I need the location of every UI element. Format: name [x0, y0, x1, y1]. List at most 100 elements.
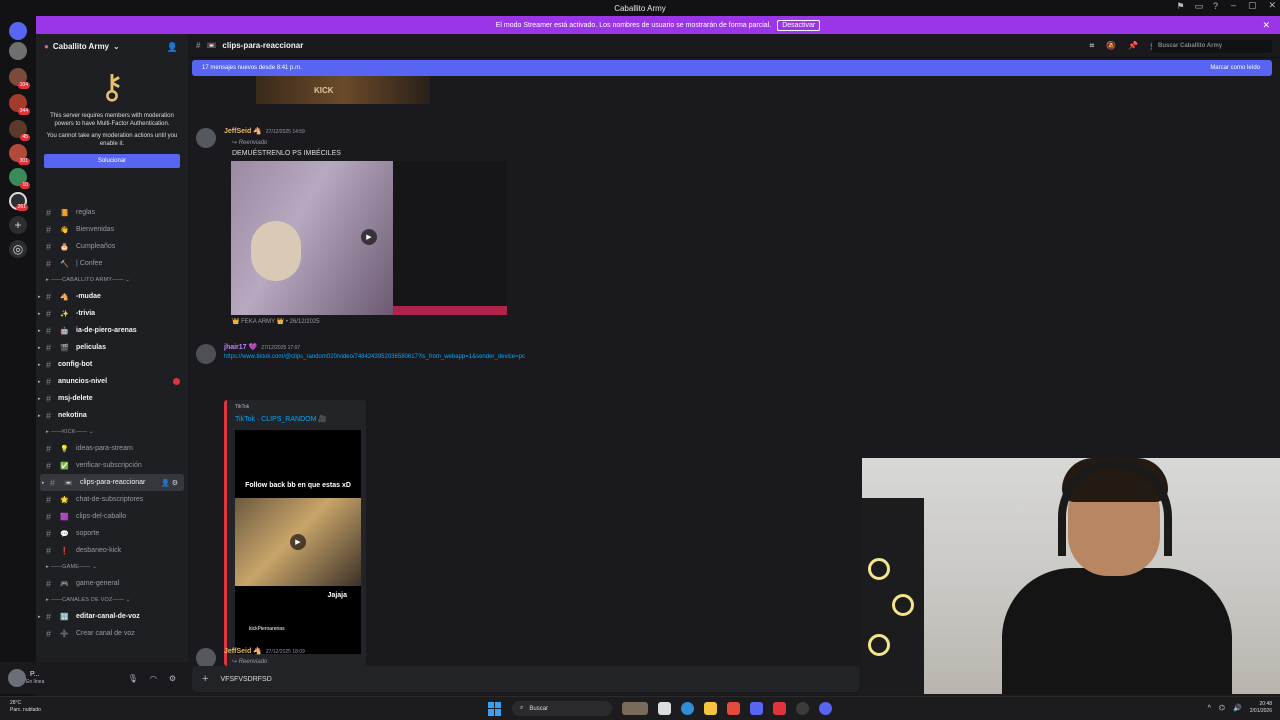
- channel-item[interactable]: ▸ # anuncios-nivel: [36, 373, 188, 390]
- attach-plus-icon[interactable]: +: [202, 673, 208, 685]
- search-input[interactable]: Buscar Caballito Army: [1152, 40, 1272, 53]
- deactivate-streamer-button[interactable]: Desactivar: [777, 19, 821, 31]
- taskbar-search-label: Buscar: [529, 705, 549, 712]
- channel-emoji: 🐴: [60, 293, 69, 301]
- channel-emoji: 🟪: [60, 513, 69, 521]
- guild-icon[interactable]: 301: [9, 144, 30, 165]
- play-icon[interactable]: ▶: [290, 534, 306, 550]
- pin-icon[interactable]: ⚑: [1176, 1, 1184, 12]
- taskbar-app-icon[interactable]: [622, 702, 648, 715]
- channel-item[interactable]: # 🎮 game-general: [36, 575, 188, 592]
- invite-icon[interactable]: 👤: [167, 42, 178, 53]
- category-header[interactable]: ▸ —— CANALES DE VOZ —— ⌄: [36, 592, 188, 608]
- embed-video[interactable]: Follow back bb en que estas xD ▶ Jajaja …: [235, 430, 361, 654]
- app-icon[interactable]: [727, 702, 740, 715]
- brave-icon[interactable]: [773, 702, 786, 715]
- network-icon[interactable]: ⌬: [1219, 704, 1225, 712]
- taskbar-search[interactable]: ⌕ Buscar: [512, 701, 612, 716]
- message-author[interactable]: JeffSeid 🐴 27/12/2025 18:09: [224, 647, 305, 655]
- channel-item[interactable]: # ✅ verificar-subscripción: [36, 457, 188, 474]
- guild-icon[interactable]: 261: [9, 192, 28, 211]
- clock[interactable]: 20:48 2/01/2026: [1250, 701, 1272, 715]
- new-messages-bar[interactable]: 17 mensajes nuevos desde 8:41 p.m. Marca…: [192, 60, 1272, 76]
- channel-item[interactable]: # 🌟 chat-de-subscriptores: [36, 491, 188, 508]
- minimize-button[interactable]: –: [1231, 0, 1236, 11]
- guild-icon[interactable]: 10: [9, 168, 30, 189]
- forward-source[interactable]: 👑 FEKA ARMY 👑 • 26/12/2025: [232, 318, 320, 325]
- start-icon[interactable]: [488, 701, 502, 716]
- guild-icon[interactable]: 344: [9, 94, 30, 115]
- screen-icon[interactable]: ▭: [1194, 1, 1203, 12]
- threads-icon[interactable]: ⌗: [1090, 41, 1095, 51]
- channel-item[interactable]: ▸ # ✨ -trivia: [36, 305, 188, 322]
- avatar[interactable]: [196, 648, 216, 666]
- microphone-icon[interactable]: 🎙: [128, 674, 138, 683]
- channel-name: -trivia: [76, 310, 96, 317]
- file-explorer-icon[interactable]: [704, 702, 717, 715]
- channel-item[interactable]: # 📙 reglas: [36, 204, 188, 221]
- discord-app-icon[interactable]: [819, 702, 832, 715]
- gear-icon[interactable]: ⚙: [169, 674, 176, 683]
- message-composer[interactable]: + VFSFVSDRFSD: [192, 666, 860, 692]
- discover-icon[interactable]: ◎: [9, 240, 27, 258]
- tiktok-link[interactable]: https://www.tiktok.com/@clips_random020/…: [224, 354, 525, 360]
- message-author[interactable]: jhair17 💜 27/12/2025 17:07: [224, 343, 300, 351]
- weather-widget[interactable]: 28°C Parc. nublado: [10, 700, 41, 714]
- app-icon[interactable]: [796, 702, 809, 715]
- maximize-button[interactable]: ▢: [1248, 0, 1257, 11]
- channel-item[interactable]: ▸ # msj-delete: [36, 390, 188, 407]
- headphones-icon[interactable]: ◠: [150, 674, 157, 683]
- channel-name: nekotina: [58, 412, 87, 419]
- add-server-icon[interactable]: +: [9, 216, 27, 234]
- channel-item[interactable]: ▸ # 🤖 ia-de-piero-arenas: [36, 322, 188, 339]
- guild-icon[interactable]: 104: [9, 68, 30, 89]
- discord-avatar-icon[interactable]: [196, 344, 216, 364]
- category-header[interactable]: ▸ —— GAME —— ⌄: [36, 559, 188, 575]
- channel-settings-icon[interactable]: 👤 ⚙: [161, 479, 178, 487]
- channel-item[interactable]: # 💡 ideas-para-stream: [36, 440, 188, 457]
- category-label: CABALLITO ARMY: [62, 277, 113, 283]
- mark-as-read-button[interactable]: Marcar como leído: [1210, 65, 1260, 71]
- channel-header: # 📼 clips-para-reaccionar ⌗ 🔕 📌 👥 Buscar…: [188, 34, 1280, 58]
- channel-item[interactable]: ▸ # nekotina: [36, 407, 188, 424]
- channel-item[interactable]: ▸ # 🎬 peliculas: [36, 339, 188, 356]
- clip-thumbnail[interactable]: KICK: [256, 76, 430, 104]
- channel-item[interactable]: # 👋 Bienvenidas: [36, 221, 188, 238]
- channel-item[interactable]: ▸ # 🐴 -mudae: [36, 288, 188, 305]
- channel-item[interactable]: ▸ # 🔢 editar-canal-de-voz: [36, 608, 188, 625]
- channel-item[interactable]: # 🔨 | Confee: [36, 255, 188, 272]
- edge-icon[interactable]: [681, 702, 694, 715]
- channel-item[interactable]: # 🎂 Cumpleaños: [36, 238, 188, 255]
- avatar[interactable]: [196, 128, 216, 148]
- help-icon[interactable]: ?: [1213, 1, 1218, 12]
- guild-icon[interactable]: 45: [9, 120, 30, 141]
- pin-icon[interactable]: 📌: [1128, 41, 1138, 51]
- embed-title[interactable]: TikTok · CLIPS_RANDOM 🎥: [235, 415, 327, 423]
- video-attachment[interactable]: ▶: [231, 161, 393, 315]
- discord-icon[interactable]: [750, 702, 763, 715]
- tiktok-embed: TikTok TikTok · CLIPS_RANDOM 🎥 Follow ba…: [224, 400, 366, 666]
- direct-messages-icon[interactable]: [9, 22, 27, 40]
- close-window-button[interactable]: ✕: [1268, 0, 1276, 11]
- category-header[interactable]: ▸ —— CABALLITO ARMY —— ⌄: [36, 272, 188, 288]
- channel-item[interactable]: # ❗ desbaneo-kick: [36, 542, 188, 559]
- screenshot-attachment[interactable]: [393, 161, 507, 315]
- server-header[interactable]: ● Caballito Army ⌄ 👤: [36, 34, 188, 58]
- message-author[interactable]: JeffSeid 🐴 27/12/2025 14:59: [224, 127, 305, 135]
- channel-item[interactable]: # ➕ Crear canal de voz: [36, 625, 188, 642]
- avatar[interactable]: [8, 669, 26, 687]
- channel-item[interactable]: # 🟪 clips-del-caballo: [36, 508, 188, 525]
- chevron-up-icon[interactable]: ^: [1208, 705, 1211, 712]
- channel-item[interactable]: ▸ # config-bot: [36, 356, 188, 373]
- fix-mfa-button[interactable]: Solucionar: [44, 154, 180, 168]
- channel-item[interactable]: ▸ # 📼 clips-para-reaccionar 👤 ⚙: [40, 474, 184, 491]
- close-icon[interactable]: ✕: [1262, 20, 1270, 31]
- volume-icon[interactable]: 🔊: [1233, 704, 1242, 712]
- channel-item[interactable]: # 💬 soporte: [36, 525, 188, 542]
- guild-icon[interactable]: [9, 42, 27, 60]
- category-header[interactable]: ▸ —— KICK —— ⌄: [36, 424, 188, 440]
- message-input[interactable]: VFSFVSDRFSD: [220, 676, 271, 683]
- play-icon[interactable]: ▶: [361, 229, 377, 245]
- task-view-icon[interactable]: [658, 702, 671, 715]
- notification-bell-icon[interactable]: 🔕: [1106, 41, 1116, 51]
